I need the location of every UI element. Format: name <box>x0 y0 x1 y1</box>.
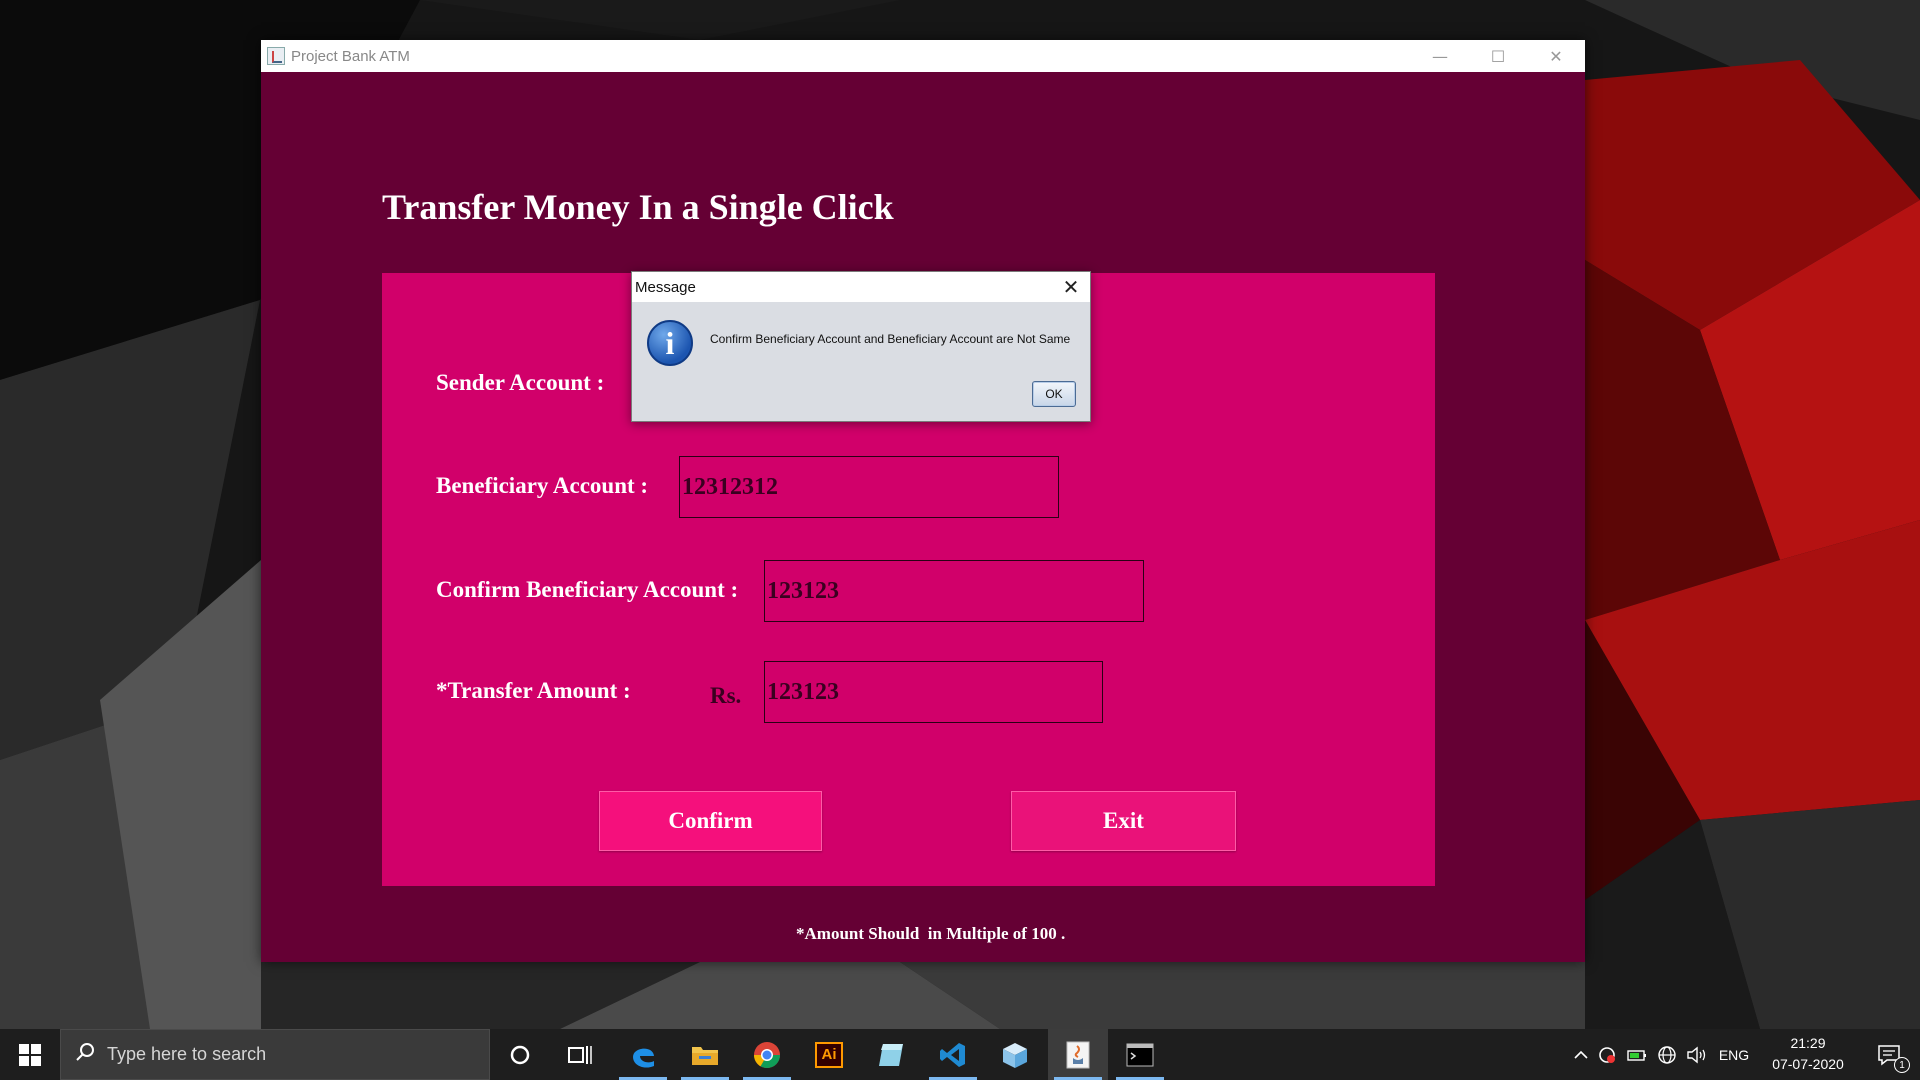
information-icon: i <box>647 320 693 366</box>
java-app-icon <box>267 47 285 65</box>
notification-count-badge: 1 <box>1894 1057 1910 1073</box>
ok-button[interactable]: OK <box>1032 381 1076 407</box>
input-language-indicator[interactable]: ENG <box>1712 1047 1756 1063</box>
notepad-icon[interactable] <box>861 1029 921 1080</box>
taskbar-search-box[interactable]: Type here to search <box>60 1029 490 1080</box>
java-icon[interactable] <box>1048 1029 1108 1080</box>
window-controls: — ☐ ✕ <box>1411 40 1585 72</box>
illustrator-logo-text: Ai <box>815 1041 843 1068</box>
3d-box-icon[interactable] <box>985 1029 1045 1080</box>
vscode-icon[interactable] <box>923 1029 983 1080</box>
taskbar-clock[interactable]: 21:29 07-07-2020 <box>1758 1033 1858 1075</box>
network-globe-icon[interactable] <box>1652 1045 1682 1065</box>
show-hidden-icons-chevron-icon[interactable] <box>1570 1050 1592 1060</box>
sender-account-label: Sender Account : <box>436 370 605 395</box>
dialog-message: Confirm Beneficiary Account and Benefici… <box>710 332 1071 346</box>
file-explorer-icon[interactable] <box>675 1029 735 1080</box>
amount-footnote: *Amount Should in Multiple of 100 . <box>796 924 1066 943</box>
illustrator-icon[interactable]: Ai <box>799 1029 859 1080</box>
clock-time: 21:29 <box>1790 1035 1826 1051</box>
start-button[interactable] <box>0 1029 60 1080</box>
beneficiary-account-input[interactable]: 12312312 <box>679 456 1059 518</box>
exit-button[interactable]: Exit <box>1011 791 1236 851</box>
system-tray: ENG <box>1570 1029 1756 1080</box>
search-placeholder: Type here to search <box>107 1044 267 1064</box>
window-title: Project Bank ATM <box>291 47 410 65</box>
clock-date: 07-07-2020 <box>1772 1056 1844 1072</box>
taskbar: Type here to search Ai ENG 21:29 07-07-2… <box>0 1029 1920 1080</box>
window-titlebar[interactable]: Project Bank ATM — ☐ ✕ <box>261 40 1585 72</box>
transfer-amount-input[interactable]: 123123 <box>764 661 1103 723</box>
confirm-button[interactable]: Confirm <box>599 791 822 851</box>
antivirus-icon[interactable] <box>1592 1046 1622 1064</box>
close-button[interactable]: ✕ <box>1527 40 1585 72</box>
windows-logo-icon <box>19 1043 41 1066</box>
cortana-icon[interactable] <box>490 1029 550 1080</box>
beneficiary-account-label: Beneficiary Account : <box>436 473 649 498</box>
volume-icon[interactable] <box>1682 1046 1712 1064</box>
battery-icon[interactable] <box>1622 1048 1652 1062</box>
message-dialog: Message ✕ i Confirm Beneficiary Account … <box>631 271 1091 422</box>
dialog-close-icon[interactable]: ✕ <box>1058 274 1084 300</box>
app-window: Project Bank ATM — ☐ ✕ Transfer Money In… <box>261 40 1585 962</box>
dialog-title: Message <box>635 278 696 296</box>
transfer-amount-label: *Transfer Amount : <box>436 678 631 703</box>
edge-icon[interactable] <box>613 1029 673 1080</box>
task-view-icon[interactable] <box>550 1029 610 1080</box>
action-center-icon[interactable]: 1 <box>1860 1029 1920 1080</box>
confirm-beneficiary-account-label: Confirm Beneficiary Account : <box>436 577 739 602</box>
currency-label: Rs. <box>710 683 742 708</box>
dialog-titlebar[interactable]: Message <box>632 272 1090 302</box>
confirm-beneficiary-account-input[interactable]: 123123 <box>764 560 1144 622</box>
chrome-icon[interactable] <box>737 1029 797 1080</box>
page-title: Transfer Money In a Single Click <box>382 187 894 227</box>
search-icon <box>75 1042 95 1067</box>
maximize-button[interactable]: ☐ <box>1469 40 1527 72</box>
minimize-button[interactable]: — <box>1411 40 1469 72</box>
terminal-icon[interactable] <box>1110 1029 1170 1080</box>
